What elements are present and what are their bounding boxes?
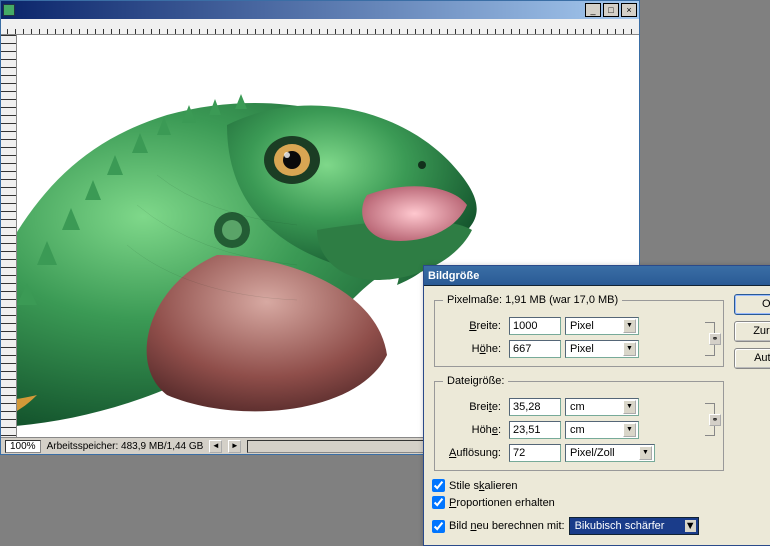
constrain-link-icon: ⚭ xyxy=(705,322,715,356)
pixel-dimensions-legend: Pixelmaße: 1,91 MB (war 17,0 MB) xyxy=(443,294,622,306)
resample-checkbox[interactable] xyxy=(432,520,445,533)
chevron-down-icon: ▼ xyxy=(623,319,636,333)
ok-button[interactable]: OK xyxy=(734,294,770,315)
chevron-down-icon: ▼ xyxy=(685,520,696,532)
pixel-width-label: BBreite:reite: xyxy=(443,320,505,332)
chevron-down-icon: ▼ xyxy=(623,423,636,437)
maximize-button[interactable]: □ xyxy=(603,3,619,17)
pixel-height-label: Höhe: xyxy=(443,343,505,355)
close-button[interactable]: × xyxy=(621,3,637,17)
scale-styles-checkbox[interactable] xyxy=(432,479,445,492)
doc-height-label: Höhe: xyxy=(443,424,505,436)
constrain-proportions-checkbox[interactable] xyxy=(432,496,445,509)
chevron-down-icon: ▼ xyxy=(623,342,636,356)
document-size-group: Dateigröße: Breite: cm ▼ Höhe: xyxy=(434,375,724,471)
resample-method-select[interactable]: Bikubisch schärfer ▼ xyxy=(569,517,699,535)
doc-width-label: Breite: xyxy=(443,401,505,413)
system-icon xyxy=(3,4,15,16)
pixel-width-unit-select[interactable]: Pixel ▼ xyxy=(565,317,639,335)
pixel-height-unit-select[interactable]: Pixel ▼ xyxy=(565,340,639,358)
constrain-link-icon: ⚭ xyxy=(705,403,715,436)
pixel-width-input[interactable] xyxy=(509,317,561,335)
page-next-button[interactable]: ► xyxy=(228,440,241,453)
image-size-dialog: Bildgröße × Pixelmaße: 1,91 MB (war 17,0… xyxy=(423,265,770,546)
link-icon[interactable]: ⚭ xyxy=(709,333,721,345)
doc-width-input[interactable] xyxy=(509,398,561,416)
zoom-field[interactable]: 100% xyxy=(5,440,41,453)
resolution-label: Auflösung: xyxy=(443,447,505,459)
doc-height-unit-select[interactable]: cm ▼ xyxy=(565,421,639,439)
dialog-titlebar[interactable]: Bildgröße × xyxy=(424,266,770,286)
dialog-title-text: Bildgröße xyxy=(428,270,479,282)
link-icon[interactable]: ⚭ xyxy=(709,414,721,426)
ruler-horizontal[interactable] xyxy=(1,19,639,35)
resolution-unit-select[interactable]: Pixel/Zoll ▼ xyxy=(565,444,655,462)
auto-button[interactable]: Auto... xyxy=(734,348,770,369)
back-button[interactable]: Zurück xyxy=(734,321,770,342)
page-prev-button[interactable]: ◄ xyxy=(209,440,222,453)
chevron-down-icon: ▼ xyxy=(639,446,652,460)
chevron-down-icon: ▼ xyxy=(623,400,636,414)
pixel-dimensions-group: Pixelmaße: 1,91 MB (war 17,0 MB) BBreite… xyxy=(434,294,724,367)
doc-width-unit-select[interactable]: cm ▼ xyxy=(565,398,639,416)
memory-info: Arbeitsspeicher: 483,9 MB/1,44 GB xyxy=(47,441,204,452)
ruler-vertical[interactable] xyxy=(1,35,17,437)
constrain-proportions-label: Proportionen erhalten xyxy=(449,497,555,509)
resolution-input[interactable] xyxy=(509,444,561,462)
document-size-legend: Dateigröße: xyxy=(443,375,508,387)
titlebar[interactable]: _ □ × xyxy=(1,1,639,19)
resample-label: Bild neu berechnen mit: xyxy=(449,520,565,532)
scale-styles-label: Stile skalieren xyxy=(449,480,518,492)
pixel-height-input[interactable] xyxy=(509,340,561,358)
doc-height-input[interactable] xyxy=(509,421,561,439)
minimize-button[interactable]: _ xyxy=(585,3,601,17)
